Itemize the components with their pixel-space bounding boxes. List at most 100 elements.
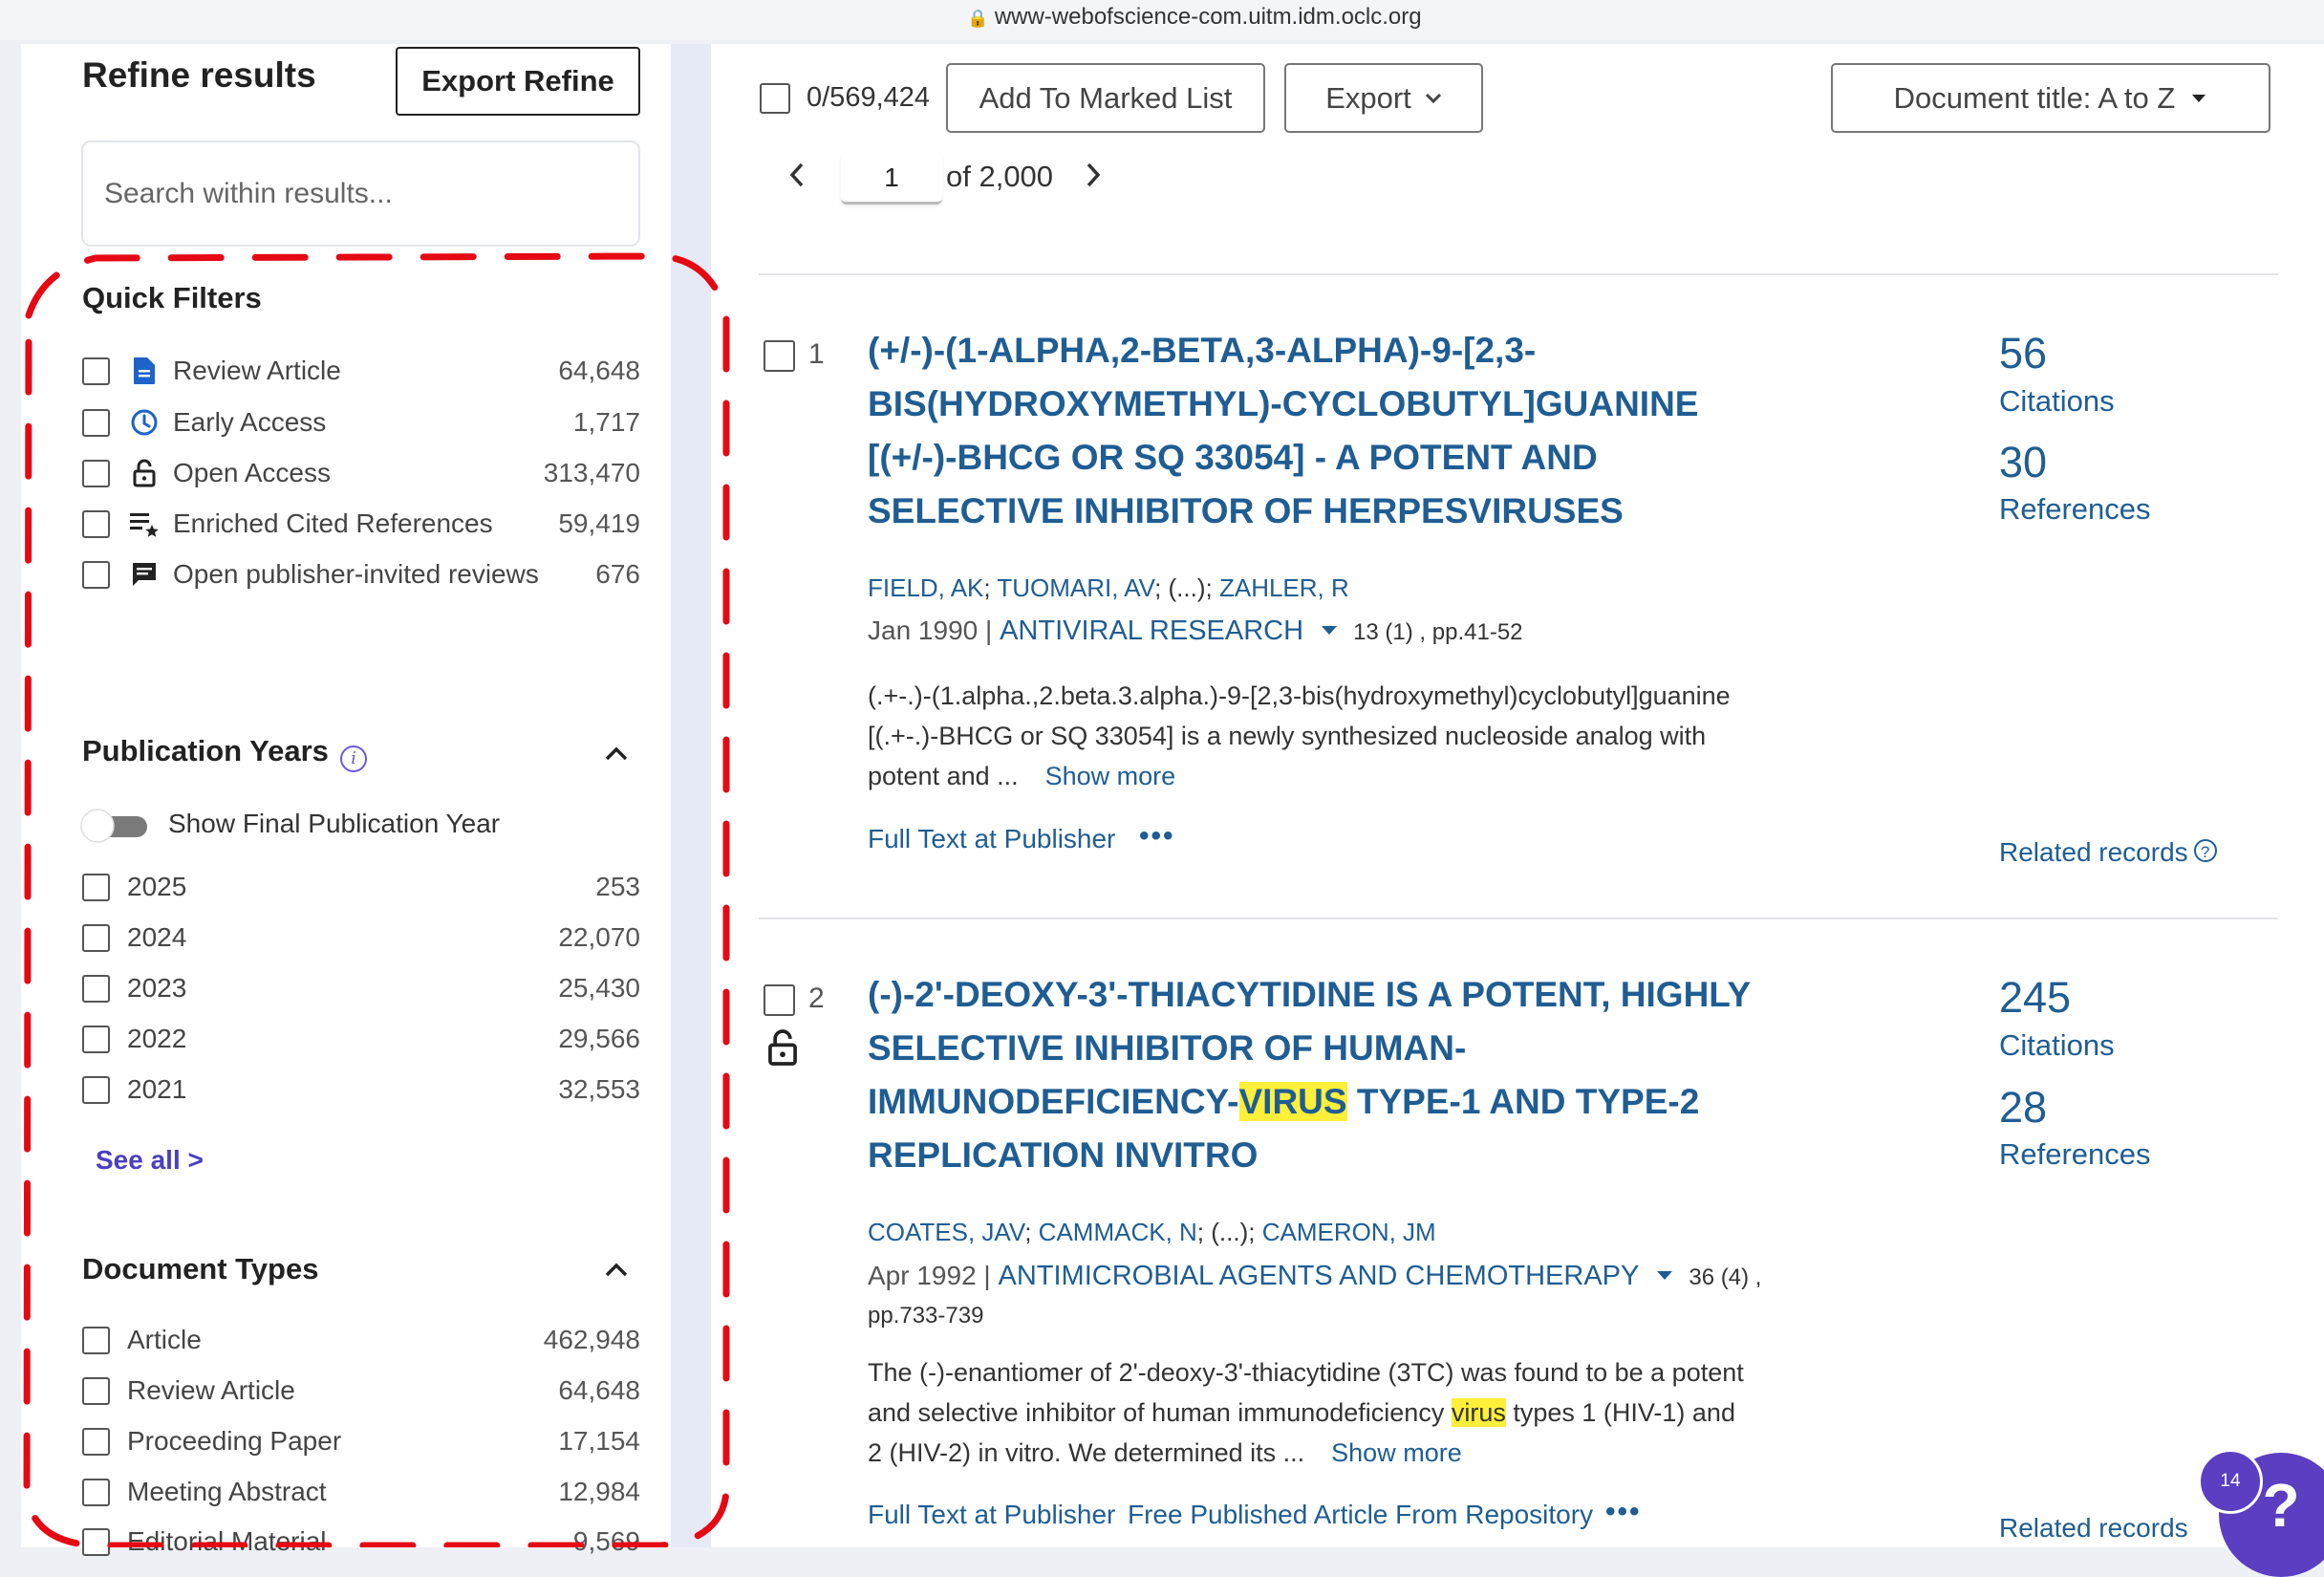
checkbox[interactable] [82, 1025, 110, 1053]
filter-count: 12,984 [558, 1477, 640, 1506]
filter-open-access[interactable]: Open Access 313,470 [82, 454, 640, 492]
chevron-up-icon[interactable] [600, 738, 633, 770]
select-all-checkbox[interactable] [760, 83, 790, 114]
url-text[interactable]: 🔒 www-webofscience-com.uitm.idm.oclc.org [0, 4, 2324, 31]
filter-enriched-cited-references[interactable]: Enriched Cited References 59,419 [82, 505, 640, 543]
show-more-link[interactable]: Show more [1331, 1438, 1462, 1467]
filter-doctype-editorial-material[interactable]: Editorial Material 9,569 [82, 1523, 640, 1561]
full-text-publisher-link[interactable]: Full Text at Publisher [868, 1500, 1115, 1530]
filter-doctype-proceeding-paper[interactable]: Proceeding Paper 17,154 [82, 1422, 640, 1460]
caret-down-icon[interactable] [1321, 625, 1338, 636]
references-label[interactable]: References [1999, 1137, 2151, 1172]
filter-label: 2021 [127, 1074, 187, 1104]
author-link[interactable]: ZAHLER, R [1219, 573, 1349, 602]
filter-doctype-meeting-abstract[interactable]: Meeting Abstract 12,984 [82, 1473, 640, 1511]
citations-count[interactable]: 245 [1999, 973, 2071, 1023]
selected-count: 0/569,424 [807, 82, 931, 113]
filter-label: Enriched Cited References [173, 508, 493, 538]
previous-page-button[interactable] [787, 161, 807, 198]
refine-results-title: Refine results [82, 55, 316, 95]
filter-year-2024[interactable]: 2024 22,070 [82, 918, 640, 957]
export-refine-button[interactable]: Export Refine [396, 47, 640, 116]
checkbox[interactable] [82, 408, 110, 437]
filter-year-2023[interactable]: 2023 25,430 [82, 969, 640, 1007]
author-link[interactable]: CAMMACK, N [1039, 1218, 1197, 1246]
journal-link[interactable]: ANTIVIRAL RESEARCH [1000, 616, 1303, 646]
author-link[interactable]: FIELD, AK [868, 573, 983, 602]
more-authors[interactable]: (...) [1211, 1218, 1248, 1246]
checkbox[interactable] [82, 1427, 110, 1456]
citations-count[interactable]: 56 [1999, 329, 2047, 378]
help-icon[interactable]: ? [2193, 839, 2217, 862]
chevron-up-icon[interactable] [600, 1254, 633, 1286]
separator: ; [1024, 1218, 1039, 1246]
filter-early-access[interactable]: Early Access 1,717 [82, 403, 640, 442]
free-repository-link[interactable]: Free Published Article From Repository [1128, 1500, 1593, 1530]
checkbox[interactable] [82, 1326, 110, 1354]
caret-down-icon[interactable] [1656, 1270, 1673, 1281]
author-link[interactable]: COATES, JAV [868, 1218, 1024, 1246]
sort-dropdown[interactable]: Document title: A to Z [1831, 63, 2270, 133]
record-authors: COATES, JAV; CAMMACK, N; (...); CAMERON,… [868, 1218, 1436, 1247]
filter-open-publisher-invited-reviews[interactable]: Open publisher-invited reviews 676 [82, 555, 640, 594]
filter-count: 22,070 [558, 922, 640, 952]
checkbox[interactable] [82, 560, 110, 589]
checkbox[interactable] [82, 923, 110, 952]
author-link[interactable]: CAMERON, JM [1262, 1218, 1436, 1246]
see-all-years-link[interactable]: See all > [96, 1145, 204, 1176]
related-records-link[interactable]: Related records? [1999, 837, 2217, 868]
record-source: Jan 1990 | ANTIVIRAL RESEARCH 13 (1) , pp… [868, 616, 1523, 646]
record-title[interactable]: (+/-)-(1-ALPHA,2-BETA,3-ALPHA)-9-[2,3-BI… [868, 324, 1756, 538]
journal-link[interactable]: ANTIMICROBIAL AGENTS AND CHEMOTHERAPY [998, 1261, 1639, 1291]
checkbox[interactable] [82, 1075, 110, 1104]
filter-label: 2022 [127, 1024, 187, 1053]
full-text-publisher-link[interactable]: Full Text at Publisher [868, 824, 1115, 854]
add-to-marked-list-button[interactable]: Add To Marked List [946, 63, 1265, 133]
filter-review-article[interactable]: Review Article 64,648 [82, 352, 640, 390]
record-number: 2 [808, 983, 825, 1014]
record-title[interactable]: (-)-2'-DEOXY-3'-THIACYTIDINE IS A POTENT… [868, 968, 1756, 1182]
volume-issue: 36 (4) , [1689, 1264, 1762, 1290]
more-options-icon[interactable]: ••• [1139, 820, 1175, 853]
filter-year-2021[interactable]: 2021 32,553 [82, 1070, 640, 1109]
caret-down-icon [2192, 94, 2206, 102]
filter-doctype-review-article[interactable]: Review Article 64,648 [82, 1372, 640, 1410]
checkbox[interactable] [82, 509, 110, 538]
export-button[interactable]: Export [1284, 63, 1483, 133]
references-count[interactable]: 28 [1999, 1083, 2047, 1133]
search-within-input[interactable] [81, 140, 640, 247]
next-page-button[interactable] [1084, 161, 1103, 198]
checkbox[interactable] [82, 974, 110, 1003]
checkbox[interactable] [82, 1376, 110, 1405]
info-icon[interactable]: i [340, 745, 367, 772]
checkbox[interactable] [82, 356, 110, 385]
filter-label: Article [127, 1325, 202, 1354]
references-count[interactable]: 30 [1999, 438, 2047, 487]
filter-count: 25,430 [558, 973, 640, 1003]
citations-label[interactable]: Citations [1999, 1028, 2115, 1063]
filter-label: Open publisher-invited reviews [173, 559, 539, 589]
citations-label[interactable]: Citations [1999, 384, 2115, 419]
checkbox[interactable] [82, 1527, 110, 1556]
separator: ; [1205, 573, 1219, 602]
checkbox[interactable] [82, 1478, 110, 1506]
author-link[interactable]: TUOMARI, AV [997, 573, 1154, 602]
checkbox[interactable] [82, 459, 110, 487]
related-records-label: Related records [1999, 837, 2188, 867]
filter-count: 64,648 [558, 1375, 640, 1405]
url-label: www-webofscience-com.uitm.idm.oclc.org [994, 4, 1422, 30]
references-label[interactable]: References [1999, 492, 2151, 527]
record-checkbox[interactable] [764, 340, 795, 372]
filter-year-2025[interactable]: 2025 253 [82, 868, 640, 906]
page-number-input[interactable] [841, 153, 942, 205]
more-options-icon[interactable]: ••• [1605, 1496, 1642, 1528]
checkbox[interactable] [82, 873, 110, 901]
filter-doctype-article[interactable]: Article 462,948 [82, 1321, 640, 1359]
filter-year-2022[interactable]: 2022 29,566 [82, 1020, 640, 1058]
record-checkbox[interactable] [764, 984, 795, 1016]
filter-label: 2023 [127, 973, 187, 1003]
more-authors[interactable]: (...) [1169, 573, 1206, 602]
related-records-link[interactable]: Related records [1999, 1513, 2188, 1544]
show-more-link[interactable]: Show more [1045, 762, 1176, 790]
final-year-toggle[interactable] [80, 809, 151, 843]
